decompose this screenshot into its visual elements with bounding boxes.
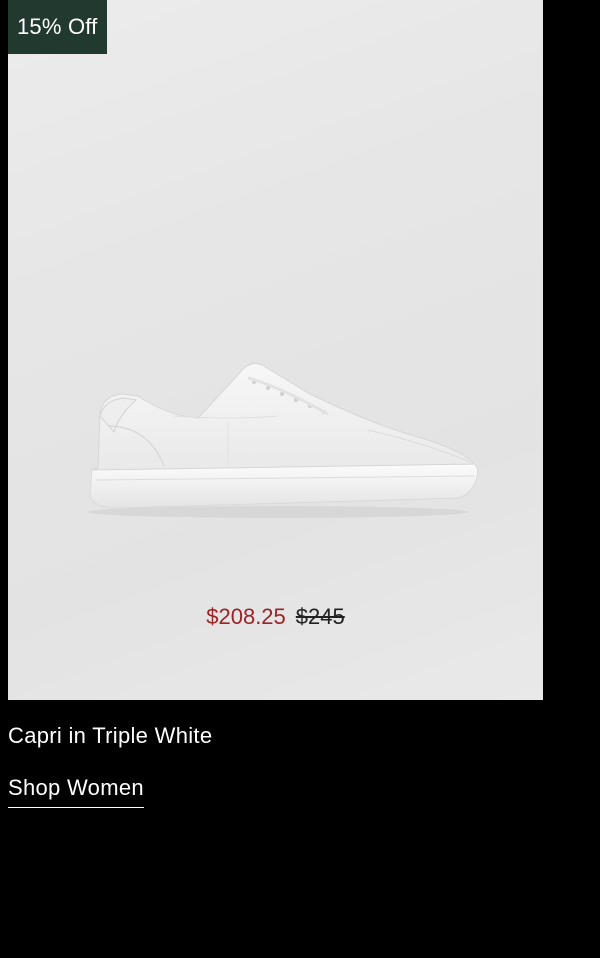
original-price: $245: [295, 604, 345, 629]
price-row: $208.25 $245: [8, 600, 543, 634]
page: 15% Off $208.25 $245 Capri in Triple Whi…: [0, 0, 600, 958]
product-name[interactable]: Capri in Triple White: [8, 720, 212, 752]
product-image-card[interactable]: 15% Off $208.25 $245: [8, 0, 543, 700]
shop-women-link[interactable]: Shop Women: [8, 772, 144, 808]
sneaker-image: [88, 362, 478, 518]
sale-price: $208.25: [206, 604, 286, 629]
discount-badge: 15% Off: [8, 0, 108, 54]
